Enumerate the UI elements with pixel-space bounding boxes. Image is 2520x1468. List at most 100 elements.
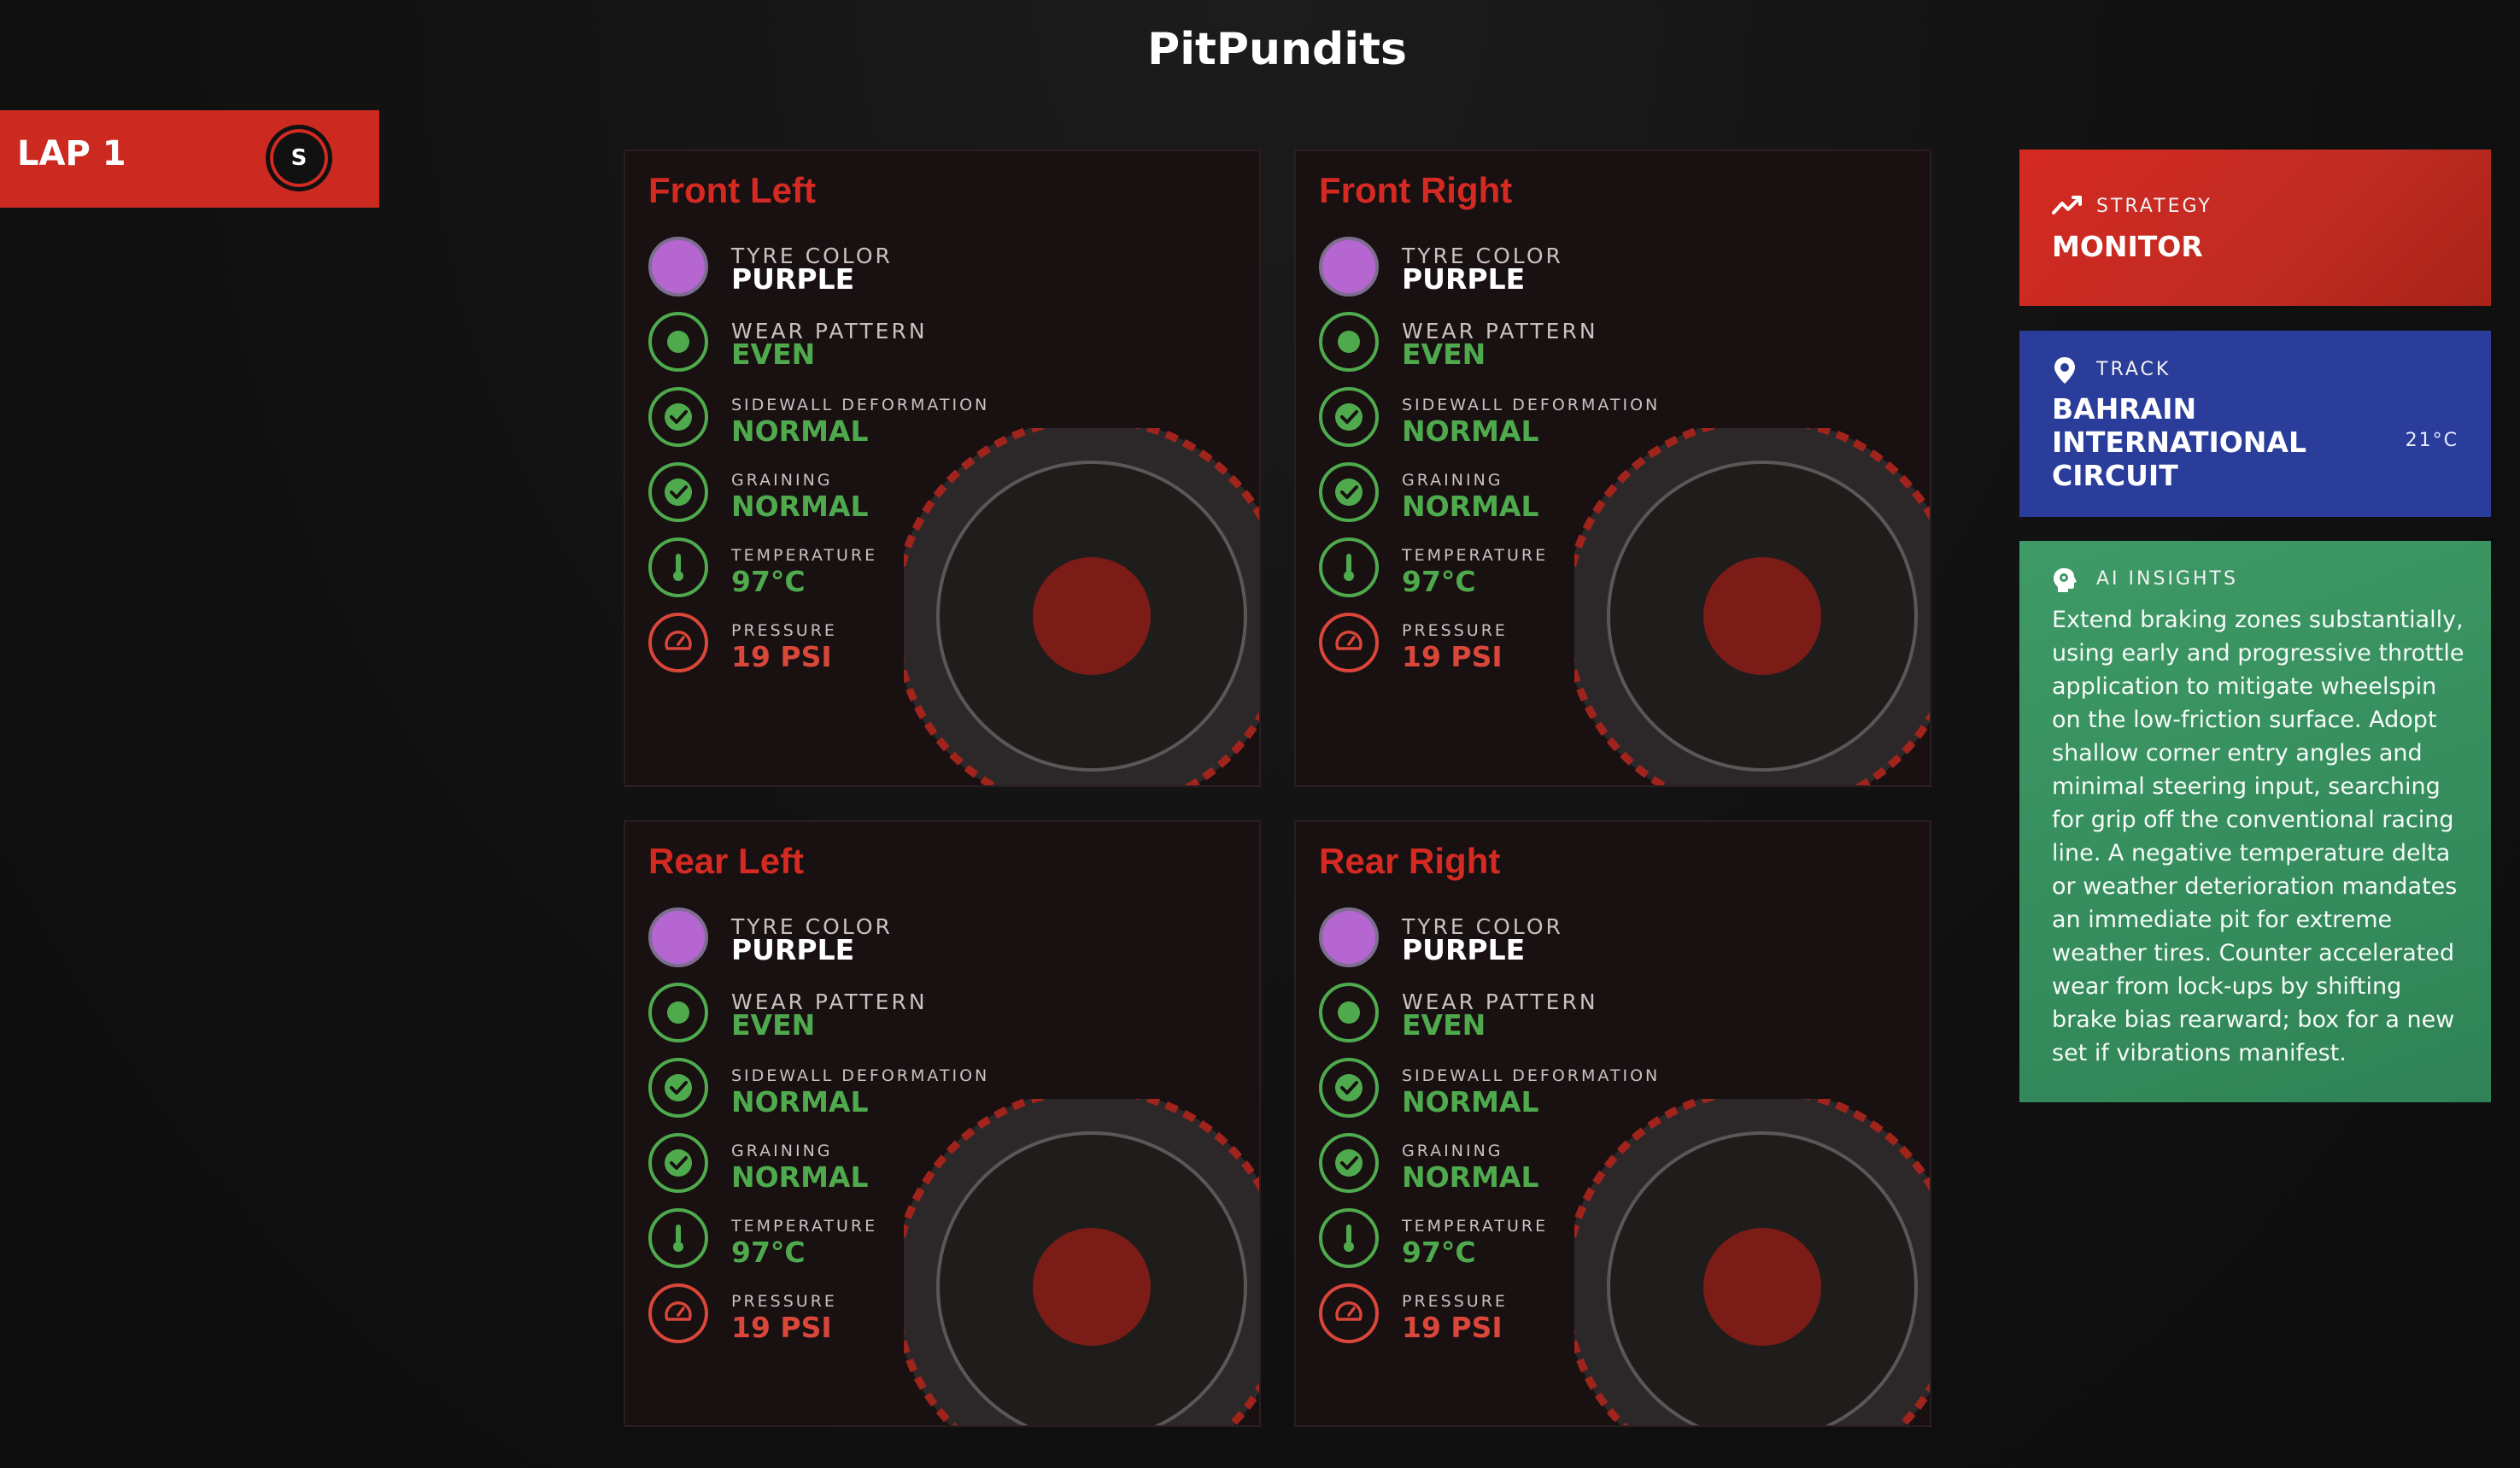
track-heading: TRACK: [2096, 359, 2171, 380]
check-circle-icon: [648, 1133, 708, 1193]
metric-value: NORMAL: [1402, 490, 1539, 523]
compound-letter: S: [290, 145, 308, 171]
metric-tyre-color: TYRE COLOR PURPLE: [1319, 237, 1712, 298]
metric-value: NORMAL: [1402, 414, 1539, 448]
lap-indicator: LAP 1 S: [0, 110, 379, 208]
tyre-visual: [904, 428, 1259, 785]
metric-tyre-color: TYRE COLOR PURPLE: [648, 237, 1041, 298]
check-circle-icon: [648, 1058, 708, 1118]
strategy-card[interactable]: STRATEGY MONITOR: [2019, 150, 2491, 306]
target-dot-icon: [648, 983, 708, 1042]
metric-value: 97°C: [731, 1236, 806, 1269]
target-dot-icon: [648, 312, 708, 372]
metric-value: 97°C: [1402, 565, 1476, 598]
thermometer-icon: [648, 537, 708, 597]
metric-label: SIDEWALL DEFORMATION: [1402, 396, 1661, 414]
metric-value: NORMAL: [1402, 1160, 1539, 1194]
metric-value: PURPLE: [1402, 933, 1526, 966]
tyre-visual: [1574, 1099, 1930, 1425]
gauge-icon: [1319, 1283, 1379, 1343]
check-circle-icon: [1319, 1058, 1379, 1118]
metric-value: NORMAL: [731, 1085, 869, 1119]
metric-label: SIDEWALL DEFORMATION: [1402, 1066, 1661, 1085]
check-circle-icon: [648, 462, 708, 522]
metric-label: GRAINING: [1402, 1142, 1503, 1160]
tyre-position-title: Rear Right: [1319, 841, 1501, 881]
metric-wear-pattern: WEAR PATTERN EVEN: [648, 312, 1041, 373]
tyre-card-front-left[interactable]: Front Left TYRE COLOR PURPLE WEAR PATTER…: [624, 150, 1261, 787]
metric-value: 19 PSI: [731, 1311, 832, 1344]
metric-value: PURPLE: [731, 262, 855, 296]
target-dot-icon: [1319, 312, 1379, 372]
trend-line-icon: [2052, 196, 2082, 214]
metric-tyre-color: TYRE COLOR PURPLE: [1319, 907, 1712, 969]
tyre-position-title: Front Right: [1319, 170, 1513, 210]
tyre-color-swatch-icon: [648, 237, 708, 297]
check-circle-icon: [1319, 462, 1379, 522]
ai-insights-text: Extend braking zones substantially, usin…: [2052, 607, 2464, 1066]
metric-label: SIDEWALL DEFORMATION: [731, 1066, 990, 1085]
tyre-position-title: Rear Left: [648, 841, 805, 881]
gauge-icon: [1319, 613, 1379, 672]
app-title: PitPundits: [1147, 24, 1407, 75]
metric-value: NORMAL: [731, 414, 869, 448]
tyre-visual: [1574, 428, 1930, 785]
metric-label: PRESSURE: [731, 1292, 837, 1311]
metric-value: PURPLE: [1402, 262, 1526, 296]
metric-value: EVEN: [1402, 338, 1486, 371]
metric-label: TEMPERATURE: [1402, 1217, 1549, 1236]
ai-insights-heading: AI INSIGHTS: [2096, 568, 2238, 590]
thermometer-icon: [648, 1208, 708, 1268]
metric-value: 97°C: [1402, 1236, 1476, 1269]
target-dot-icon: [1319, 983, 1379, 1042]
metric-label: TEMPERATURE: [731, 1217, 878, 1236]
strategy-value: MONITOR: [2052, 230, 2203, 263]
check-circle-icon: [648, 387, 708, 447]
metric-tyre-color: TYRE COLOR PURPLE: [648, 907, 1041, 969]
metric-value: PURPLE: [731, 933, 855, 966]
metric-value: 97°C: [731, 565, 806, 598]
tyre-color-swatch-icon: [1319, 907, 1379, 967]
metric-value: EVEN: [1402, 1008, 1486, 1042]
map-pin-icon: [2054, 357, 2075, 384]
tyre-visual: [904, 1099, 1259, 1425]
metric-value: 19 PSI: [1402, 640, 1503, 673]
brain-head-icon: [2054, 568, 2077, 592]
metric-label: PRESSURE: [1402, 621, 1508, 640]
metric-value: NORMAL: [731, 490, 869, 523]
lap-label: LAP 1: [17, 134, 126, 173]
metric-wear-pattern: WEAR PATTERN EVEN: [1319, 983, 1712, 1044]
tyre-card-rear-left[interactable]: Rear Left TYRE COLOR PURPLE WEAR PATTERN…: [624, 820, 1261, 1427]
metric-value: EVEN: [731, 338, 816, 371]
tyre-color-swatch-icon: [648, 907, 708, 967]
strategy-heading: STRATEGY: [2096, 196, 2212, 217]
tyre-compound-icon: S: [266, 125, 332, 191]
track-temperature: 21°C: [2405, 430, 2458, 451]
tyre-card-rear-right[interactable]: Rear Right TYRE COLOR PURPLE WEAR PATTER…: [1294, 820, 1931, 1427]
thermometer-icon: [1319, 1208, 1379, 1268]
track-card[interactable]: TRACK BAHRAIN INTERNATIONAL CIRCUIT 21°C: [2019, 331, 2491, 517]
metric-value: EVEN: [731, 1008, 816, 1042]
metric-label: SIDEWALL DEFORMATION: [731, 396, 990, 414]
track-name: BAHRAIN INTERNATIONAL CIRCUIT: [2052, 392, 2306, 492]
metric-wear-pattern: WEAR PATTERN EVEN: [1319, 312, 1712, 373]
thermometer-icon: [1319, 537, 1379, 597]
tyre-color-swatch-icon: [1319, 237, 1379, 297]
metric-label: TEMPERATURE: [1402, 546, 1549, 565]
metric-value: 19 PSI: [731, 640, 832, 673]
metric-value: NORMAL: [1402, 1085, 1539, 1119]
metric-label: GRAINING: [1402, 471, 1503, 490]
metric-label: TEMPERATURE: [731, 546, 878, 565]
metric-value: 19 PSI: [1402, 1311, 1503, 1344]
metric-label: GRAINING: [731, 1142, 833, 1160]
check-circle-icon: [1319, 387, 1379, 447]
metric-label: PRESSURE: [731, 621, 837, 640]
gauge-icon: [648, 613, 708, 672]
metric-wear-pattern: WEAR PATTERN EVEN: [648, 983, 1041, 1044]
tyre-card-front-right[interactable]: Front Right TYRE COLOR PURPLE WEAR PATTE…: [1294, 150, 1931, 787]
tyre-position-title: Front Left: [648, 170, 816, 210]
metric-value: NORMAL: [731, 1160, 869, 1194]
gauge-icon: [648, 1283, 708, 1343]
metric-label: GRAINING: [731, 471, 833, 490]
ai-insights-card[interactable]: AI INSIGHTS Extend braking zones substan…: [2019, 541, 2491, 1102]
